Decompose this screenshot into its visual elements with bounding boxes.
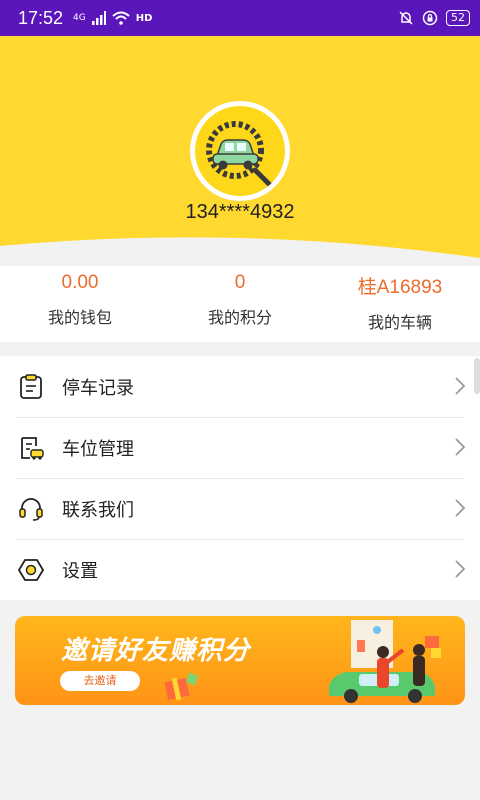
- hex-nut-icon: [18, 558, 44, 581]
- invite-banner[interactable]: 邀请好友赚积分 去邀请: [15, 616, 465, 705]
- menu-label: 设置: [62, 560, 98, 582]
- chevron-right-icon: [455, 499, 466, 517]
- menu-label: 车位管理: [62, 438, 134, 460]
- parking-doc-icon: [21, 436, 44, 460]
- stat-points[interactable]: 0 我的积分: [160, 266, 320, 342]
- scroll-indicator: [474, 358, 480, 394]
- menu-label: 停车记录: [62, 377, 134, 399]
- signal-icon: [91, 11, 106, 25]
- invite-button[interactable]: 去邀请: [60, 671, 140, 691]
- menu-item-settings[interactable]: 设置: [0, 539, 480, 600]
- wallet-label: 我的钱包: [47, 308, 112, 327]
- points-value: 0: [234, 272, 246, 293]
- wallet-value: 0.00: [61, 272, 99, 293]
- wifi-icon: [112, 11, 130, 25]
- menu-item-contact-us[interactable]: 联系我们: [0, 478, 480, 539]
- battery-indicator: 52: [446, 10, 470, 26]
- user-phone: 134****4932: [185, 201, 295, 223]
- car-search-logo-icon: [206, 121, 274, 189]
- avatar[interactable]: [190, 101, 290, 201]
- network-label: 4G: [73, 13, 86, 23]
- headset-icon: [19, 497, 43, 521]
- banner-title: 邀请好友赚积分: [61, 636, 251, 666]
- points-label: 我的积分: [207, 308, 272, 327]
- stat-wallet[interactable]: 0.00 我的钱包: [0, 266, 160, 342]
- profile-header: 134****4932: [0, 36, 480, 266]
- status-time: 17:52: [18, 7, 64, 28]
- vehicle-label: 我的车辆: [367, 313, 432, 332]
- stat-vehicle[interactable]: 桂A16893 我的车辆: [320, 266, 480, 342]
- mute-bell-icon: [399, 11, 413, 25]
- celebration-illustration: [329, 620, 441, 703]
- menu-label: 联系我们: [62, 499, 134, 521]
- menu-list: 停车记录 车位管理 联系我们 设置: [0, 356, 480, 600]
- status-bar: 17:52 4G HD 52: [0, 0, 480, 36]
- vehicle-value: 桂A16893: [357, 277, 443, 298]
- lock-circle-icon: [422, 10, 438, 26]
- chevron-right-icon: [455, 560, 466, 578]
- hd-label: HD: [135, 12, 153, 24]
- chevron-right-icon: [455, 377, 466, 395]
- clipboard-icon: [20, 373, 42, 399]
- chevron-right-icon: [455, 438, 466, 456]
- menu-item-parking-records[interactable]: 停车记录: [0, 356, 480, 417]
- stats-bar: 0.00 我的钱包 0 我的积分 桂A16893 我的车辆: [0, 266, 480, 342]
- menu-item-space-management[interactable]: 车位管理: [0, 417, 480, 478]
- gift-box-icon: [164, 672, 199, 701]
